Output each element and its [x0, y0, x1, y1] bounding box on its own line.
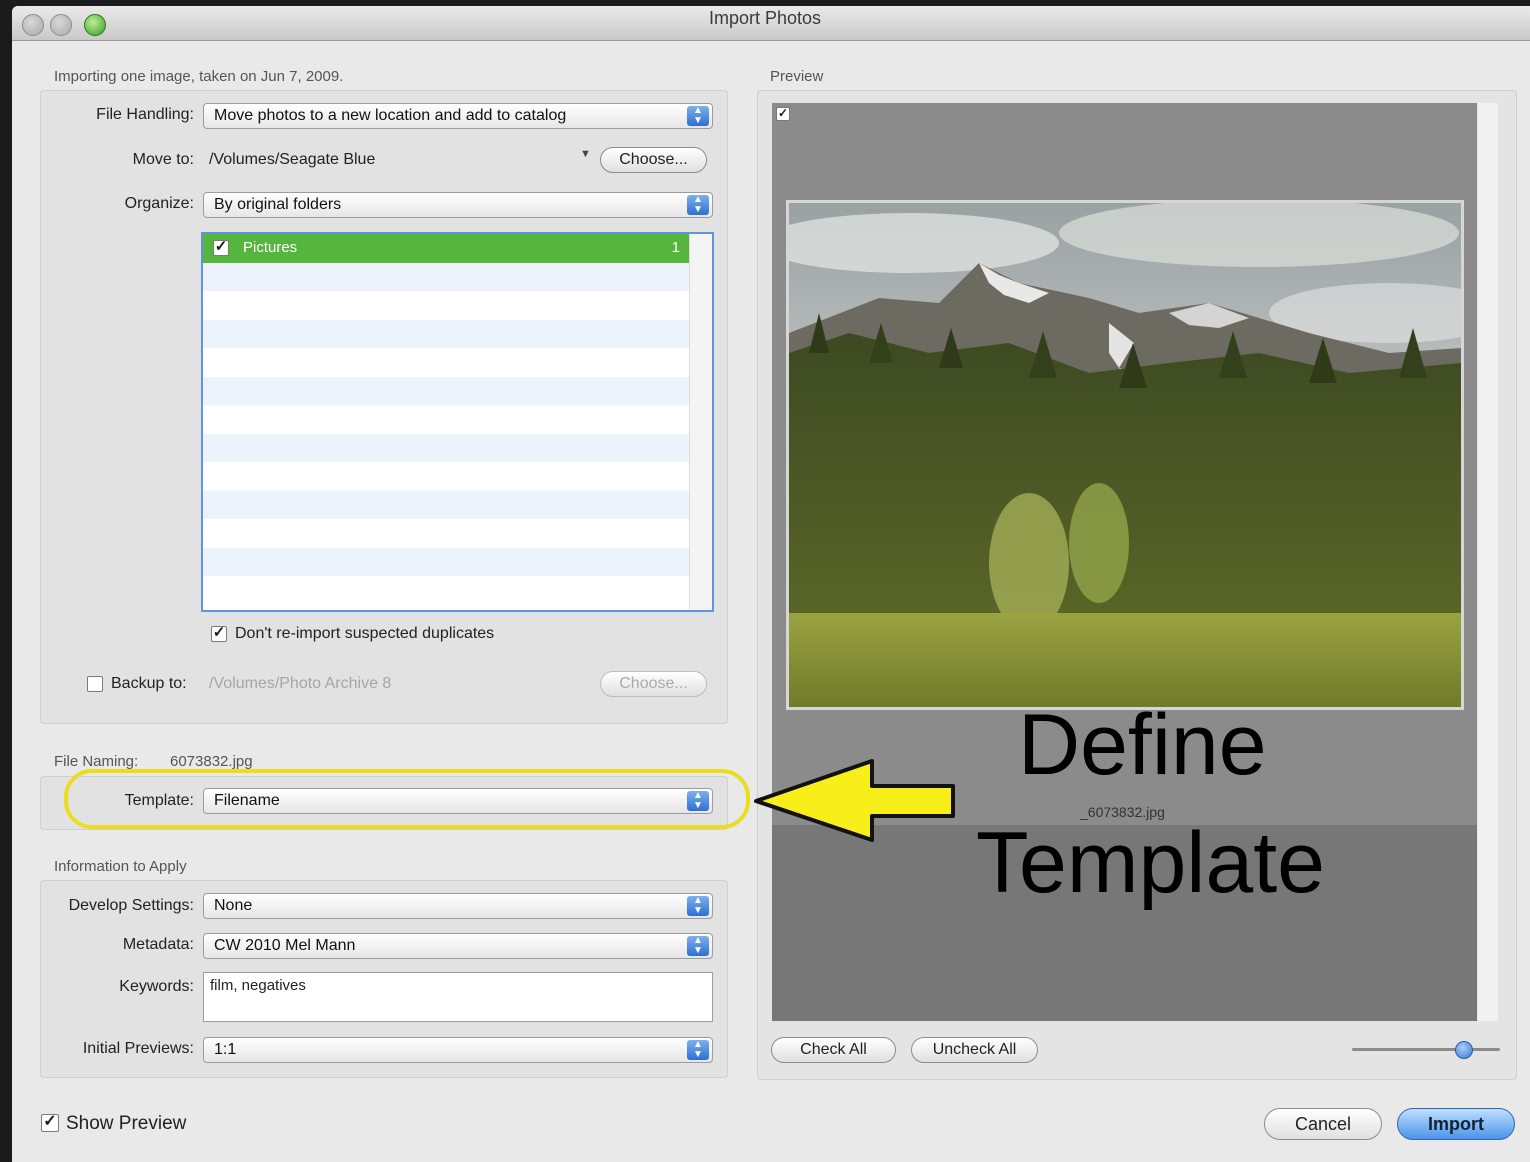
organize-popup[interactable]: By original folders ▲ ▼ [203, 192, 713, 218]
move-to-label: Move to: [132, 151, 194, 168]
landscape-photo [789, 203, 1461, 707]
popup-arrows-icon: ▲ ▼ [687, 1040, 709, 1060]
move-to-path: /Volumes/Seagate Blue [209, 151, 376, 168]
develop-settings-popup[interactable]: None ▲ ▼ [203, 893, 713, 919]
folder-name: Pictures [243, 239, 298, 256]
show-preview-label: Show Preview [66, 1113, 187, 1134]
preview-section-label: Preview [770, 68, 824, 85]
list-row [203, 490, 690, 519]
list-row [203, 376, 690, 405]
import-summary: Importing one image, taken on Jun 7, 200… [54, 68, 344, 85]
popup-arrows-icon: ▲ ▼ [687, 896, 709, 916]
check-all-button[interactable]: Check All [771, 1037, 896, 1063]
path-dropdown-icon[interactable]: ▼ [580, 148, 591, 160]
initial-previews-value: 1:1 [214, 1041, 237, 1058]
backup-path: /Volumes/Photo Archive 8 [209, 675, 392, 692]
dont-reimport-checkbox[interactable]: ✓ [211, 625, 227, 642]
folder-checkbox[interactable]: ✓ [213, 239, 229, 256]
uncheck-all-button[interactable]: Uncheck All [911, 1037, 1038, 1063]
list-row [203, 547, 690, 576]
list-row [203, 262, 690, 291]
list-row [203, 291, 690, 320]
cancel-button[interactable]: Cancel [1264, 1108, 1382, 1140]
metadata-popup[interactable]: CW 2010 Mel Mann ▲ ▼ [203, 933, 713, 959]
popup-arrows-icon: ▲ ▼ [687, 195, 709, 215]
list-scrollbar[interactable] [689, 234, 712, 610]
folder-count: 1 [671, 239, 680, 256]
organize-value: By original folders [214, 196, 342, 213]
file-naming-label: File Naming: [54, 753, 139, 770]
annotation-arrow-icon [754, 759, 955, 842]
popup-arrows-icon: ▲ ▼ [687, 106, 709, 126]
develop-settings-value: None [214, 897, 253, 914]
file-naming-example: 6073832.jpg [170, 753, 253, 770]
info-section-label: Information to Apply [54, 858, 187, 875]
keywords-field[interactable]: film, negatives [203, 972, 713, 1022]
show-preview-checkbox[interactable]: ✓ [41, 1114, 59, 1132]
metadata-value: CW 2010 Mel Mann [214, 937, 356, 954]
list-row [203, 319, 690, 348]
organize-label: Organize: [124, 195, 194, 212]
develop-settings-label: Develop Settings: [68, 897, 194, 914]
annotation-line-1: Define [1018, 697, 1267, 793]
initial-previews-label: Initial Previews: [82, 1040, 194, 1057]
thumbnail-size-slider[interactable] [1352, 1041, 1500, 1059]
backup-checkbox[interactable] [87, 676, 103, 692]
popup-arrows-icon: ▲ ▼ [687, 936, 709, 956]
backup-choose-button[interactable]: Choose... [600, 671, 707, 697]
import-button[interactable]: Import [1397, 1108, 1515, 1140]
metadata-label: Metadata: [122, 936, 194, 953]
backup-label: Backup to: [111, 675, 187, 692]
slider-knob[interactable] [1455, 1041, 1473, 1059]
initial-previews-popup[interactable]: 1:1 ▲ ▼ [203, 1037, 713, 1063]
photo-thumbnail[interactable] [786, 200, 1464, 710]
list-row [203, 433, 690, 462]
move-to-choose-button[interactable]: Choose... [600, 147, 707, 173]
list-row [203, 405, 690, 434]
folder-list[interactable]: ✓ Pictures 1 [201, 232, 714, 612]
list-row [203, 519, 690, 548]
file-handling-value: Move photos to a new location and add to… [214, 107, 567, 124]
list-row [203, 462, 690, 491]
template-highlight [64, 769, 750, 829]
list-row [203, 348, 690, 377]
keywords-label: Keywords: [119, 978, 194, 995]
folder-row[interactable]: ✓ Pictures 1 [203, 234, 690, 263]
annotation-line-2: Template [976, 815, 1325, 911]
list-row [203, 576, 690, 605]
preview-scrollbar[interactable] [1478, 103, 1498, 1021]
photo-include-checkbox[interactable]: ✓ [776, 107, 790, 121]
file-handling-label: File Handling: [96, 106, 194, 123]
dont-reimport-label: Don't re-import suspected duplicates [235, 625, 495, 642]
window-title: Import Photos [708, 8, 822, 28]
file-handling-popup[interactable]: Move photos to a new location and add to… [203, 103, 713, 129]
